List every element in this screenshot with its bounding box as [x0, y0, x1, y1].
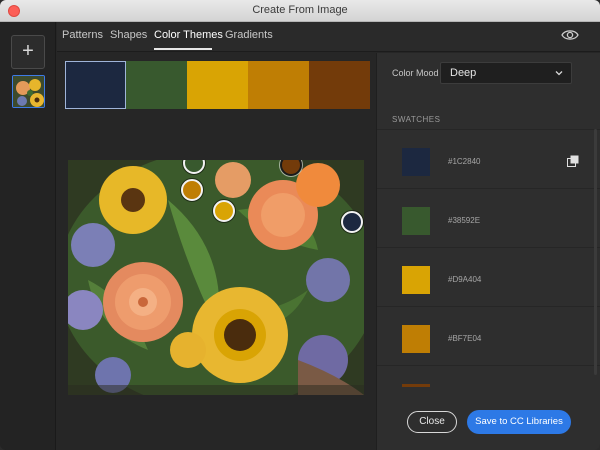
swatch-color-chip	[402, 148, 430, 176]
flower-bouquet-image	[68, 160, 364, 395]
dialog-footer: Close Save to CC Libraries	[377, 398, 600, 450]
color-mood-value: Deep	[450, 67, 477, 79]
tab-shapes[interactable]: Shapes	[110, 29, 147, 41]
swatch-color-chip	[402, 207, 430, 235]
close-button[interactable]: Close	[407, 411, 457, 433]
palette-color-2[interactable]	[126, 61, 187, 109]
add-image-button[interactable]: +	[11, 35, 45, 69]
swatch-hex-value: #BF7E04	[448, 334, 482, 343]
active-tab-indicator	[154, 48, 212, 50]
color-mood-dropdown[interactable]: Deep	[440, 62, 572, 84]
swatch-color-chip	[402, 266, 430, 294]
swatch-color-chip	[402, 325, 430, 353]
source-photo	[68, 160, 364, 395]
image-canvas	[57, 53, 376, 450]
create-from-image-window: Create From Image + Patterns Shapes Colo…	[0, 0, 600, 450]
color-mood-label: Color Mood	[392, 68, 439, 78]
chevron-down-icon	[555, 71, 563, 76]
tab-bar: Patterns Shapes Color Themes Gradients	[57, 22, 600, 52]
swatch-hex-value: #1C2840	[448, 157, 481, 166]
color-picker-3[interactable]	[213, 200, 235, 222]
swatch-row[interactable]: #D9A404	[377, 247, 600, 306]
image-thumbnail[interactable]	[12, 75, 45, 108]
color-picker-2[interactable]	[181, 179, 203, 201]
swatch-row[interactable]: #38592E	[377, 188, 600, 247]
swatch-hex-value: #D9A404	[448, 275, 482, 284]
swatch-list: #1C2840 #38592E #D9A404 #BF7E04	[377, 129, 600, 387]
swatch-row[interactable]: #1C2840	[377, 129, 600, 188]
copy-icon[interactable]	[567, 155, 579, 167]
left-toolbar: +	[0, 22, 56, 450]
tab-color-themes[interactable]: Color Themes	[154, 29, 223, 41]
title-bar: Create From Image	[0, 0, 600, 22]
swatch-list-scrollbar[interactable]	[594, 129, 597, 375]
palette-color-1[interactable]	[65, 61, 126, 109]
palette-color-5[interactable]	[309, 61, 370, 109]
tab-patterns[interactable]: Patterns	[62, 29, 103, 41]
swatch-row[interactable]: #BF7E04	[377, 306, 600, 365]
palette-color-3[interactable]	[187, 61, 248, 109]
swatch-color-chip	[402, 384, 430, 387]
color-theme-palette	[65, 61, 370, 109]
palette-color-4[interactable]	[248, 61, 309, 109]
save-to-cc-libraries-button[interactable]: Save to CC Libraries	[467, 410, 571, 434]
eye-icon[interactable]	[561, 28, 579, 42]
color-picker-5[interactable]	[341, 211, 363, 233]
tab-gradients[interactable]: Gradients	[225, 29, 273, 41]
right-panel: Color Mood Deep SWATCHES #1C2840 #38592E	[376, 53, 600, 450]
swatch-row[interactable]	[377, 365, 600, 387]
flower-thumbnail-image	[13, 76, 44, 107]
swatches-heading: SWATCHES	[392, 115, 441, 124]
swatch-hex-value: #38592E	[448, 216, 481, 225]
window-title: Create From Image	[252, 4, 348, 16]
